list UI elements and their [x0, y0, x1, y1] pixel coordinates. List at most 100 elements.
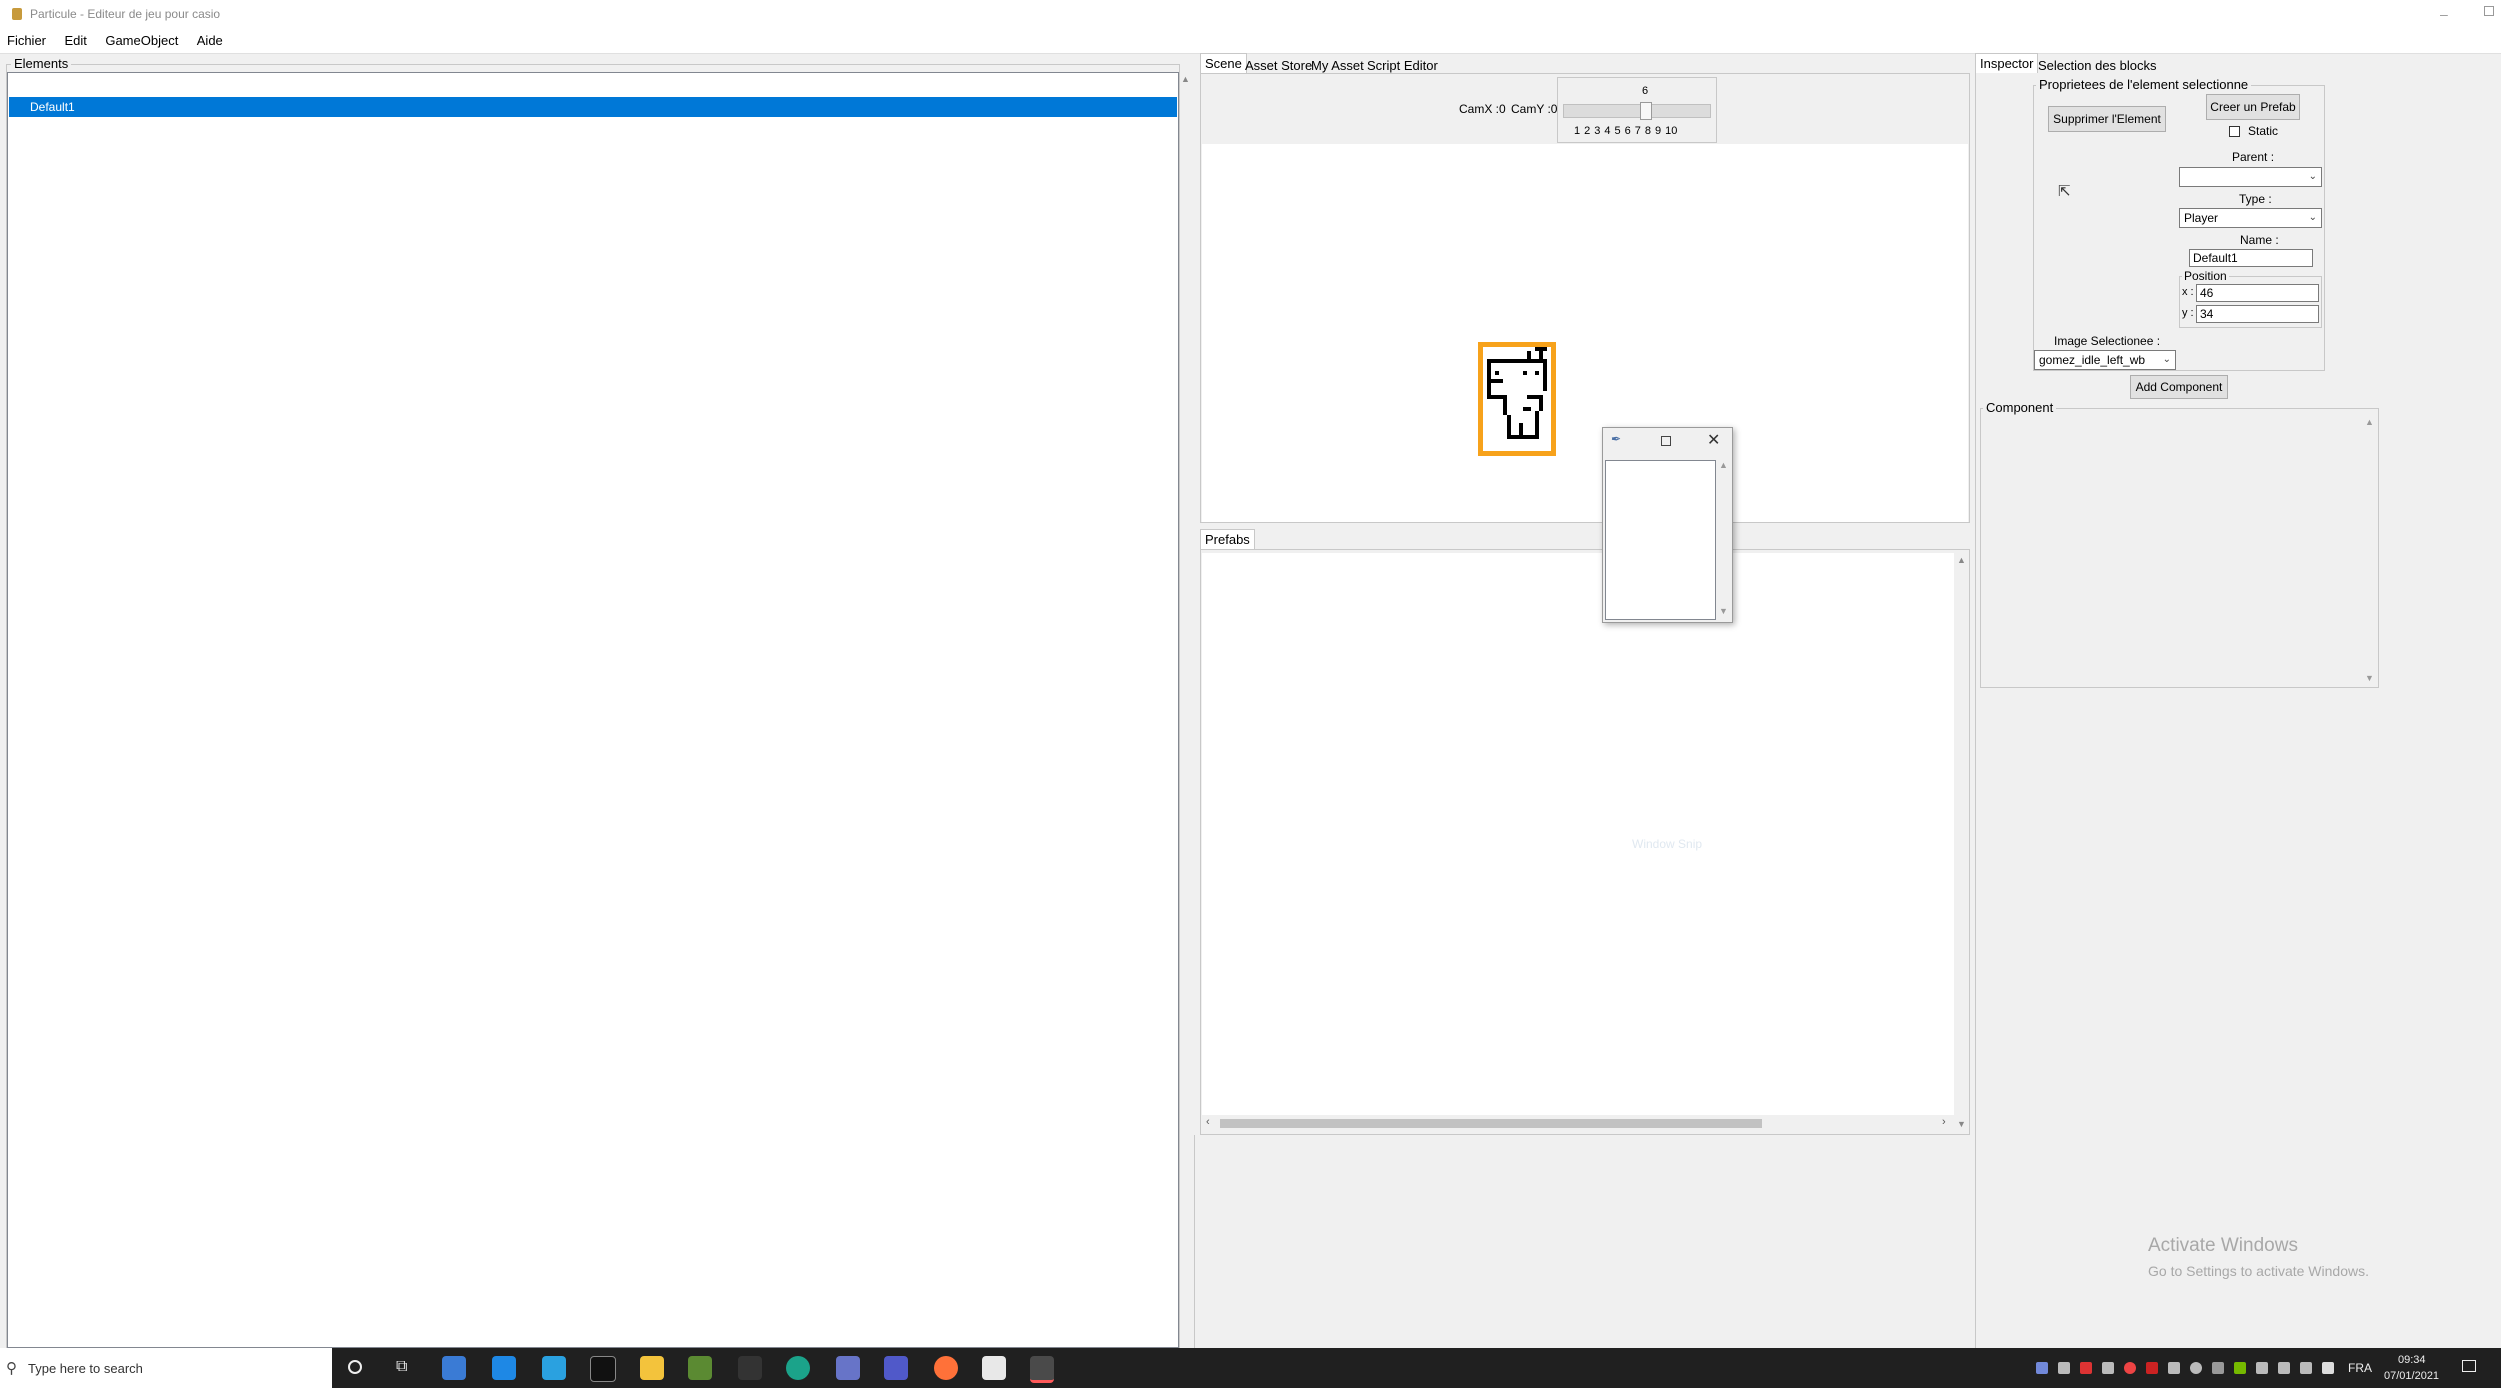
tab-inspector[interactable]: Inspector [1975, 53, 2039, 73]
hscroll-thumb[interactable] [1220, 1119, 1762, 1128]
list-item-default1[interactable]: Default1 [9, 97, 1177, 117]
floating-window[interactable]: ✒ ✕ ▲ ▼ [1602, 427, 1733, 623]
network-icon[interactable] [2300, 1362, 2312, 1374]
scroll-up-icon[interactable]: ▲ [1957, 555, 1966, 565]
elements-label: Elements [11, 56, 72, 71]
tray-discord-icon[interactable] [2036, 1362, 2048, 1374]
taskbar: ⚲ Type here to search ⧉ FRA 09:34 07/01/… [0, 1348, 2501, 1388]
scroll-left-icon[interactable]: ‹ [1206, 1116, 1210, 1128]
y-input[interactable]: 34 [2196, 305, 2319, 323]
tab-my-asset[interactable]: My Asset [1306, 55, 1369, 75]
slider-tick: 4 [1604, 125, 1611, 137]
image-label: Image Selectionee : [2054, 334, 2161, 348]
inspector-panel: Proprietees de l'element selectionne Sup… [1975, 73, 2501, 1348]
player-sprite[interactable] [1478, 342, 1556, 456]
parent-select[interactable]: ⌄ [2179, 167, 2322, 187]
elements-list[interactable]: Default1 [7, 72, 1179, 1348]
camera-icon[interactable] [542, 1356, 566, 1380]
create-prefab-button[interactable]: Creer un Prefab [2206, 94, 2300, 120]
tray-nvidia-icon[interactable] [2234, 1362, 2246, 1374]
tray-mic-icon[interactable] [2102, 1362, 2114, 1374]
component-label: Component [1983, 400, 2057, 415]
edge-icon[interactable] [786, 1356, 810, 1380]
minecraft-icon[interactable] [688, 1356, 712, 1380]
static-checkbox[interactable] [2229, 126, 2240, 137]
tray-app-icon[interactable] [2058, 1362, 2070, 1374]
close-icon[interactable]: ✕ [1707, 430, 1720, 450]
clock-time[interactable]: 09:34 [2398, 1354, 2426, 1366]
gomez-sprite-icon [1487, 347, 1547, 439]
slider-thumb[interactable] [1640, 102, 1653, 120]
y-label: y : [2182, 307, 2194, 319]
position-label: Position [2182, 269, 2229, 283]
volume-icon[interactable] [2278, 1362, 2290, 1374]
tray-app-icon[interactable] [2124, 1362, 2136, 1374]
prefabs-vscroll[interactable]: ▲ ▼ [1954, 553, 1968, 1133]
image-select[interactable]: gomez_idle_left_wb ⌄ [2034, 350, 2176, 370]
scroll-down-icon[interactable]: ▼ [2365, 673, 2374, 683]
window-title: Particule - Editeur de jeu pour casio [30, 7, 221, 21]
firefox-icon[interactable] [934, 1356, 958, 1380]
add-component-button[interactable]: Add Component [2130, 375, 2228, 399]
menu-aide[interactable]: Aide [190, 28, 230, 54]
mail-icon[interactable] [492, 1356, 516, 1380]
scroll-up-icon[interactable]: ▲ [2365, 417, 2374, 427]
prefabs-area[interactable]: Window Snip [1202, 553, 1954, 1115]
floating-window-list[interactable] [1605, 460, 1716, 620]
tab-selection-blocks[interactable]: Selection des blocks [2033, 55, 2162, 75]
prefabs-hscroll[interactable]: ‹ › [1202, 1115, 1954, 1131]
tray-app-icon[interactable] [2256, 1362, 2268, 1374]
store-icon[interactable] [442, 1356, 466, 1380]
slider-tick: 5 [1614, 125, 1621, 137]
notifications-icon[interactable] [2462, 1360, 2476, 1372]
scene-canvas[interactable] [1202, 144, 1968, 522]
parent-label: Parent : [2232, 150, 2275, 164]
task-view-icon[interactable]: ⧉ [396, 1358, 407, 1376]
unity-icon[interactable] [738, 1356, 762, 1380]
x-input[interactable]: 46 [2196, 284, 2319, 302]
menu-fichier[interactable]: Fichier [0, 28, 53, 54]
prefabs-panel: Window Snip ▲ ▼ ‹ › [1200, 549, 1970, 1135]
elements-scrollbar[interactable]: ▲ [1180, 72, 1190, 1348]
scroll-up-icon[interactable]: ▲ [1181, 74, 1190, 84]
minimize-icon[interactable]: – [2440, 6, 2448, 22]
tray-app-icon[interactable] [2146, 1362, 2158, 1374]
clock-date[interactable]: 07/01/2021 [2384, 1370, 2439, 1382]
notepad-icon[interactable] [982, 1356, 1006, 1380]
slider-tick: 8 [1644, 125, 1651, 137]
slider-tick: 9 [1655, 125, 1662, 137]
search-box[interactable]: ⚲ Type here to search [0, 1348, 332, 1388]
tab-script-editor[interactable]: Script Editor [1362, 55, 1443, 75]
tab-prefabs[interactable]: Prefabs [1200, 529, 1255, 549]
cam-y-label: CamY :0 [1511, 102, 1558, 116]
discord-notify-icon[interactable] [836, 1356, 860, 1380]
scroll-up-icon[interactable]: ▲ [1719, 460, 1728, 470]
tray-app-icon[interactable] [2322, 1362, 2334, 1374]
scroll-down-icon[interactable]: ▼ [1957, 1119, 1966, 1129]
delete-element-button[interactable]: Supprimer l'Element [2048, 106, 2166, 132]
teams-icon[interactable] [884, 1356, 908, 1380]
position-group: Position x : 46 y : 34 [2179, 269, 2322, 328]
cortana-icon[interactable] [348, 1360, 362, 1374]
type-select[interactable]: Player ⌄ [2179, 208, 2322, 228]
terminal-icon[interactable] [590, 1356, 616, 1382]
tray-app-icon[interactable] [2190, 1362, 2202, 1374]
slider-track[interactable] [1563, 104, 1711, 118]
maximize-icon[interactable] [1661, 436, 1671, 446]
tray-steam-icon[interactable] [2212, 1362, 2224, 1374]
menu-gameobject[interactable]: GameObject [98, 28, 185, 54]
scroll-down-icon[interactable]: ▼ [1719, 606, 1728, 616]
name-input[interactable]: Default1 [2189, 249, 2313, 267]
maximize-icon[interactable] [2484, 6, 2494, 16]
slider-tick: 10 [1665, 125, 1678, 137]
scroll-right-icon[interactable]: › [1942, 1116, 1946, 1128]
search-icon: ⚲ [6, 1360, 17, 1377]
menu-edit[interactable]: Edit [57, 28, 93, 54]
particule-app-icon[interactable] [1030, 1356, 1054, 1383]
language-indicator[interactable]: FRA [2348, 1361, 2372, 1375]
name-label: Name : [2240, 233, 2279, 247]
tray-app-icon[interactable] [2168, 1362, 2180, 1374]
file-explorer-icon[interactable] [640, 1356, 664, 1380]
tray-app-icon[interactable] [2080, 1362, 2092, 1374]
slider-tick: 6 [1624, 125, 1631, 137]
